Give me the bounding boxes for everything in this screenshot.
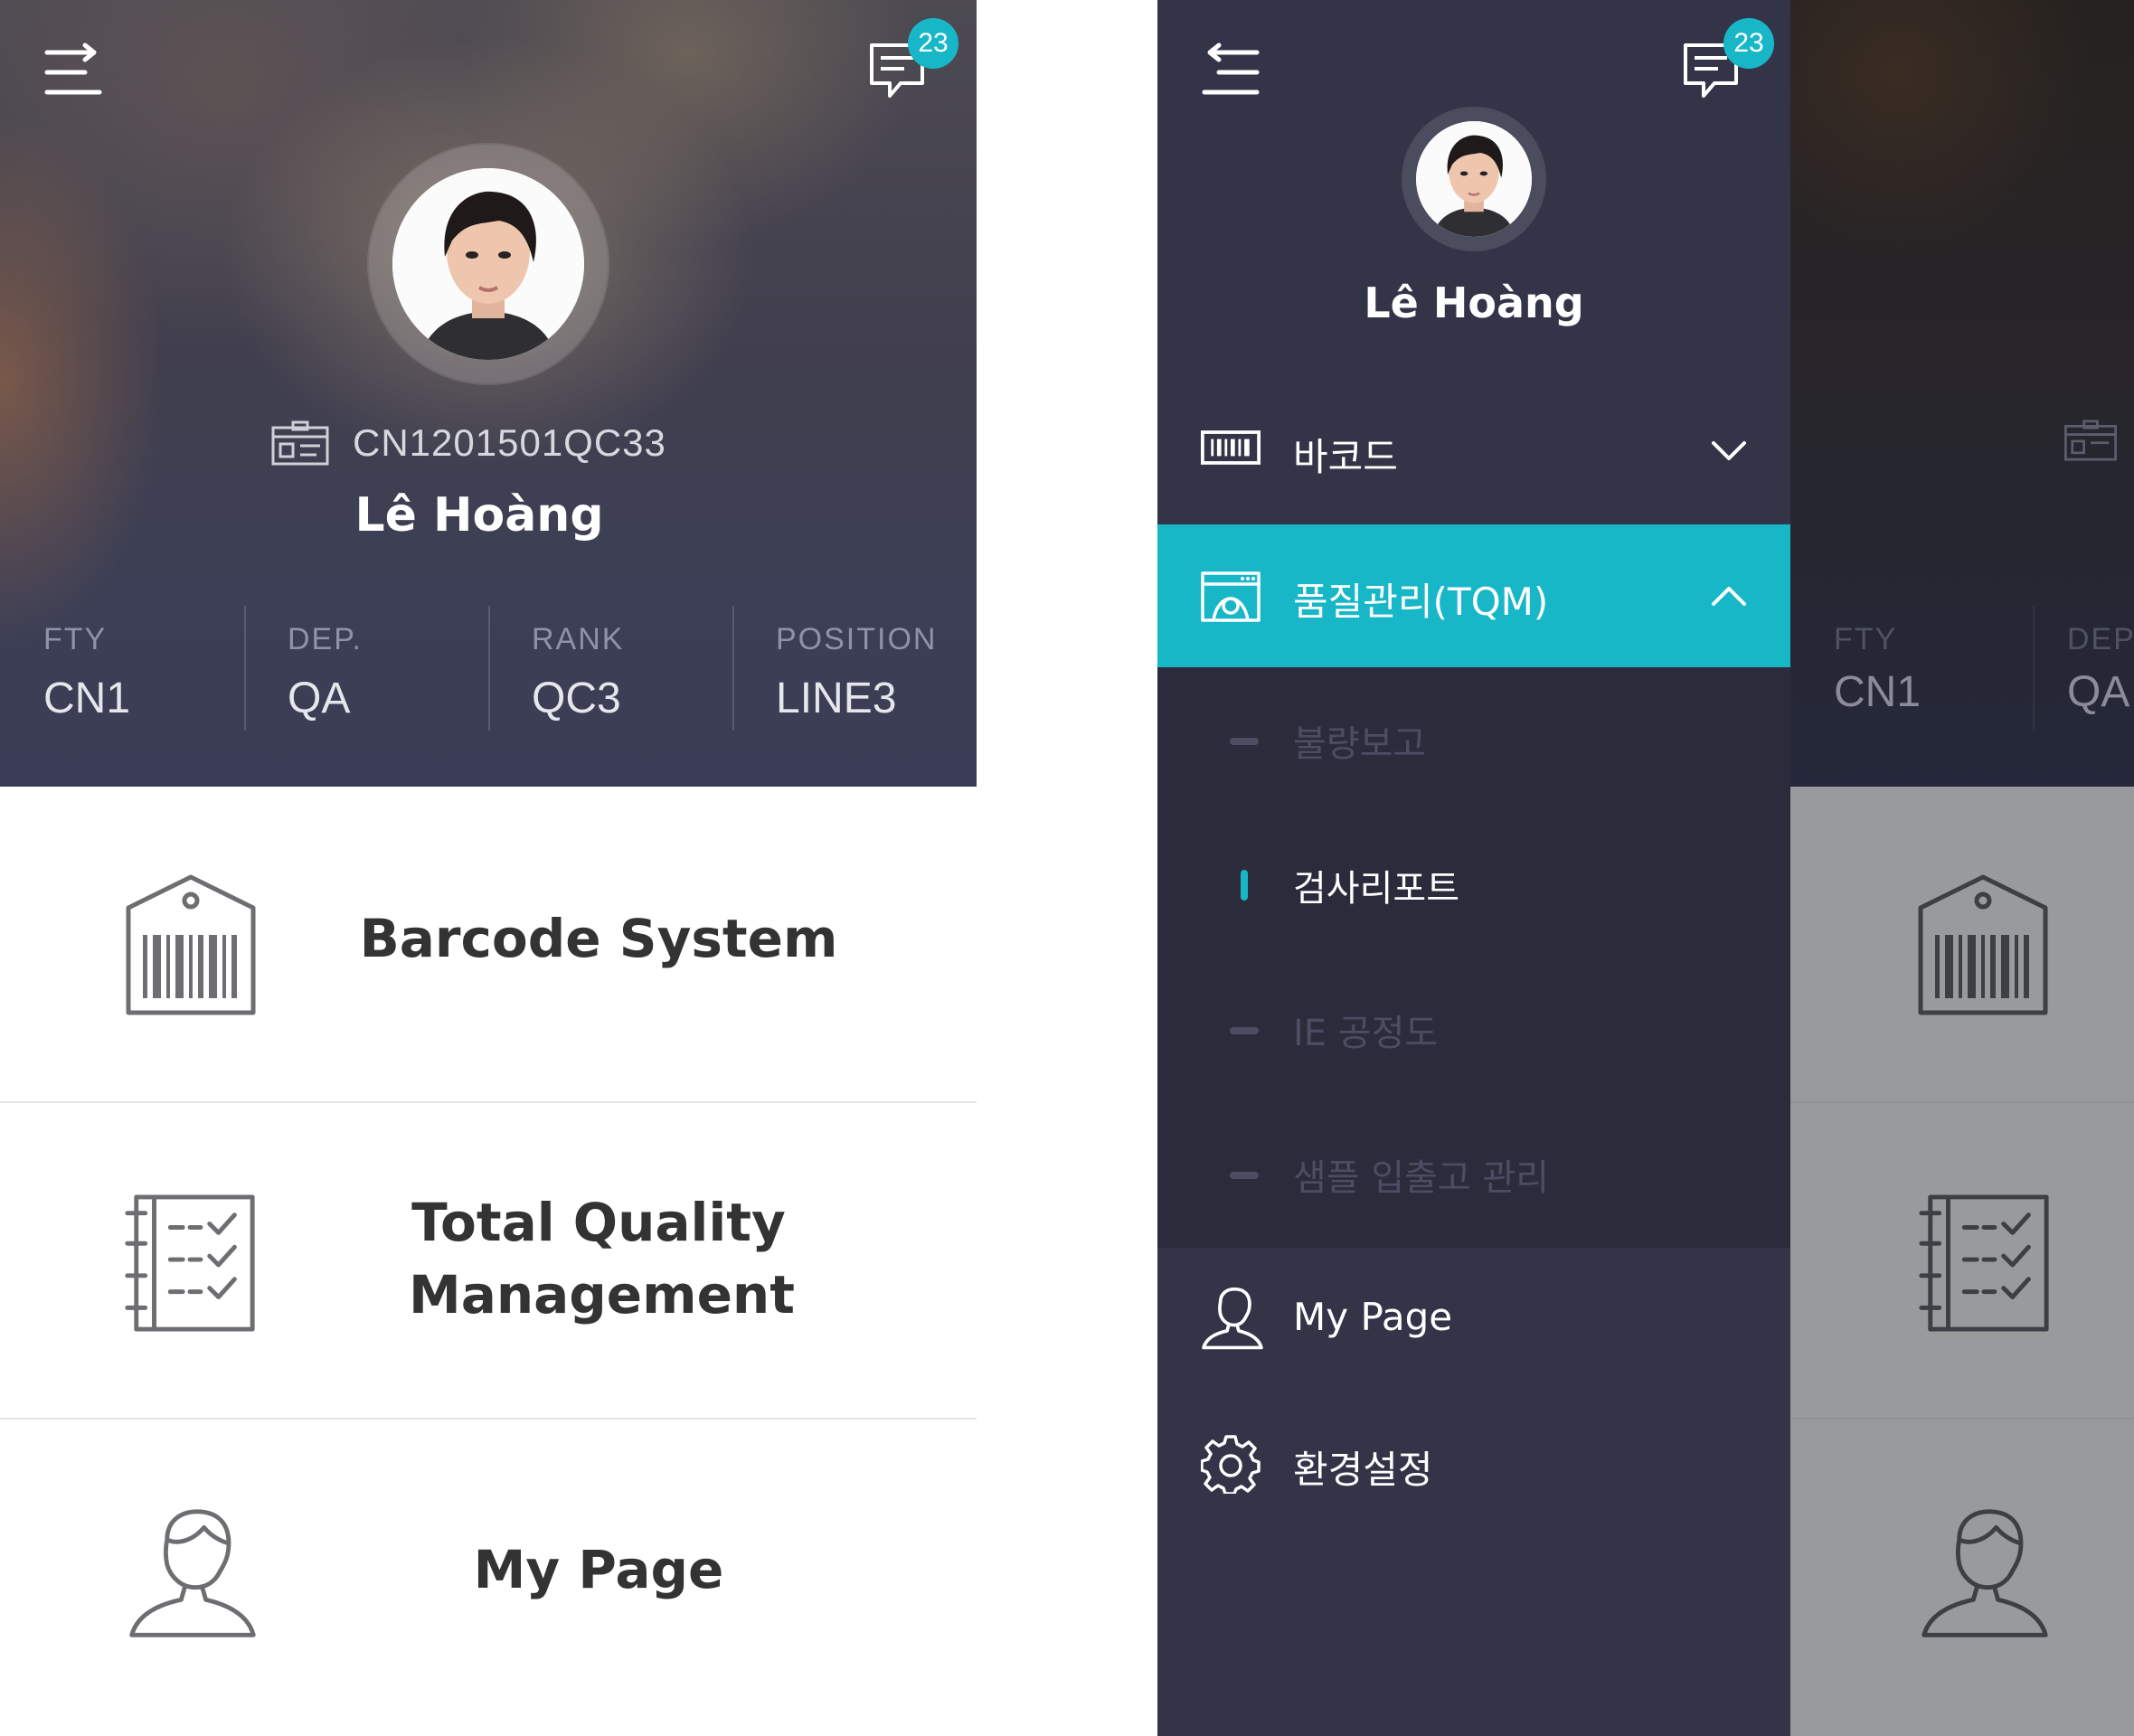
barcode-tag-icon (126, 874, 256, 1015)
checklist-icon (1919, 1194, 2049, 1332)
drawer-item-label: 품질관리(TQM) (1293, 580, 1549, 624)
submenu-marker (1230, 1172, 1259, 1179)
notification-badge[interactable]: 23 (1723, 18, 1774, 69)
stat-dep: DEP. QA (244, 604, 488, 731)
drawer-profile-name: Lê Hoàng (1364, 278, 1584, 327)
barcode-icon (1201, 430, 1261, 465)
menu-row-tqm[interactable]: Total Quality Management (0, 1103, 977, 1420)
home-screen: 23 CN1201501QC33 Lê Hoàng FTY CN1 DEP. Q… (0, 0, 977, 1736)
drawer-avatar[interactable] (1416, 121, 1532, 237)
stat-fty: FTY CN1 (0, 604, 244, 731)
menu-row-label: My Page (473, 1539, 724, 1600)
profile-name: Lê Hoàng (354, 488, 604, 542)
notification-badge[interactable]: 23 (908, 18, 958, 69)
id-card-icon (271, 420, 329, 466)
divider (1790, 1418, 2134, 1420)
submenu-active-marker (1241, 870, 1248, 901)
chevron-up-icon[interactable] (1711, 584, 1747, 608)
drawer-item-label: My Page (1293, 1295, 1453, 1339)
stat-position: POSITION LINE3 (732, 604, 977, 731)
avatar[interactable] (392, 168, 584, 360)
submenu-marker (1230, 738, 1259, 745)
submenu-label: 불량보고 (1293, 723, 1427, 765)
quality-window-icon (1201, 571, 1261, 622)
id-card-icon (2064, 420, 2117, 461)
stat-divider (2033, 606, 2035, 731)
drawer-item-barcode[interactable]: 바코드 (1157, 380, 1790, 524)
chevron-down-icon[interactable] (1711, 439, 1747, 463)
submenu-item[interactable]: 샘플 입출고 관리 (1157, 1101, 1790, 1246)
stat-value: CN1 (1834, 668, 1922, 716)
close-menu-icon[interactable] (1201, 42, 1261, 103)
stat-rank: RANK QC3 (488, 604, 732, 731)
tqm-submenu: 불량보고 검사리포트 IE 공정도 샘플 입출고 관리 (1157, 667, 1790, 1248)
dimmed-header: FTY CN1 DEP. QA (1790, 0, 2134, 787)
user-icon (129, 1509, 256, 1637)
submenu-label: IE 공정도 (1293, 1013, 1439, 1054)
menu-icon[interactable] (43, 42, 103, 103)
submenu-label: 검사리포트 (1293, 868, 1459, 910)
employee-id: CN1201501QC33 (353, 421, 666, 464)
stats-row: FTY CN1 DEP. QA RANK QC3 POSITION LINE3 (0, 604, 977, 731)
employee-id-row: CN1201501QC33 (271, 416, 669, 470)
menu-row-label: Barcode System (359, 908, 838, 969)
user-icon (1922, 1509, 2048, 1637)
stat-value: QA (288, 675, 351, 722)
drawer-item-label: 바코드 (1293, 435, 1398, 479)
drawer-item-tqm[interactable]: 품질관리(TQM) (1157, 524, 1790, 669)
avatar-portrait-icon (1416, 121, 1532, 237)
profile-header: 23 CN1201501QC33 Lê Hoàng FTY CN1 DEP. Q… (0, 0, 977, 787)
dimmed-home-overlay[interactable]: FTY CN1 DEP. QA (1790, 0, 2134, 1736)
navigation-drawer: 23 Lê Hoàng 바코드 품질관리(TQM) 불량보고 검사리포트 IE … (1157, 0, 1790, 1736)
menu-row-my-page[interactable]: My Page (0, 1420, 977, 1736)
stat-label: FTY (1834, 622, 1898, 656)
divider (1790, 1101, 2134, 1103)
avatar-portrait-icon (392, 168, 584, 360)
stat-label: FTY (43, 622, 108, 656)
stat-label: DEP. (2067, 622, 2134, 656)
stat-label: RANK (532, 622, 625, 656)
stat-value: LINE3 (776, 675, 897, 722)
checklist-icon (125, 1194, 255, 1332)
drawer-item-my-page[interactable]: My Page (1157, 1248, 1790, 1392)
submenu-item[interactable]: IE 공정도 (1157, 957, 1790, 1101)
stat-label: DEP. (288, 622, 363, 656)
stat-value: CN1 (43, 675, 131, 722)
menu-row-barcode-system[interactable]: Barcode System (0, 787, 977, 1103)
drawer-item-settings[interactable]: 환경설정 (1157, 1392, 1790, 1537)
barcode-tag-icon (1918, 874, 2048, 1015)
submenu-marker (1230, 1027, 1259, 1034)
submenu-item[interactable]: 불량보고 (1157, 667, 1790, 812)
submenu-item-active[interactable]: 검사리포트 (1157, 812, 1790, 957)
stat-value: QA (2067, 668, 2130, 716)
gear-icon (1201, 1435, 1261, 1494)
drawer-item-label: 환경설정 (1293, 1448, 1433, 1492)
menu-row-label: Total Quality Management (409, 1192, 795, 1326)
user-icon (1202, 1287, 1263, 1350)
submenu-label: 샘플 입출고 관리 (1293, 1157, 1550, 1199)
stat-value: QC3 (532, 675, 621, 722)
stat-label: POSITION (776, 622, 938, 656)
